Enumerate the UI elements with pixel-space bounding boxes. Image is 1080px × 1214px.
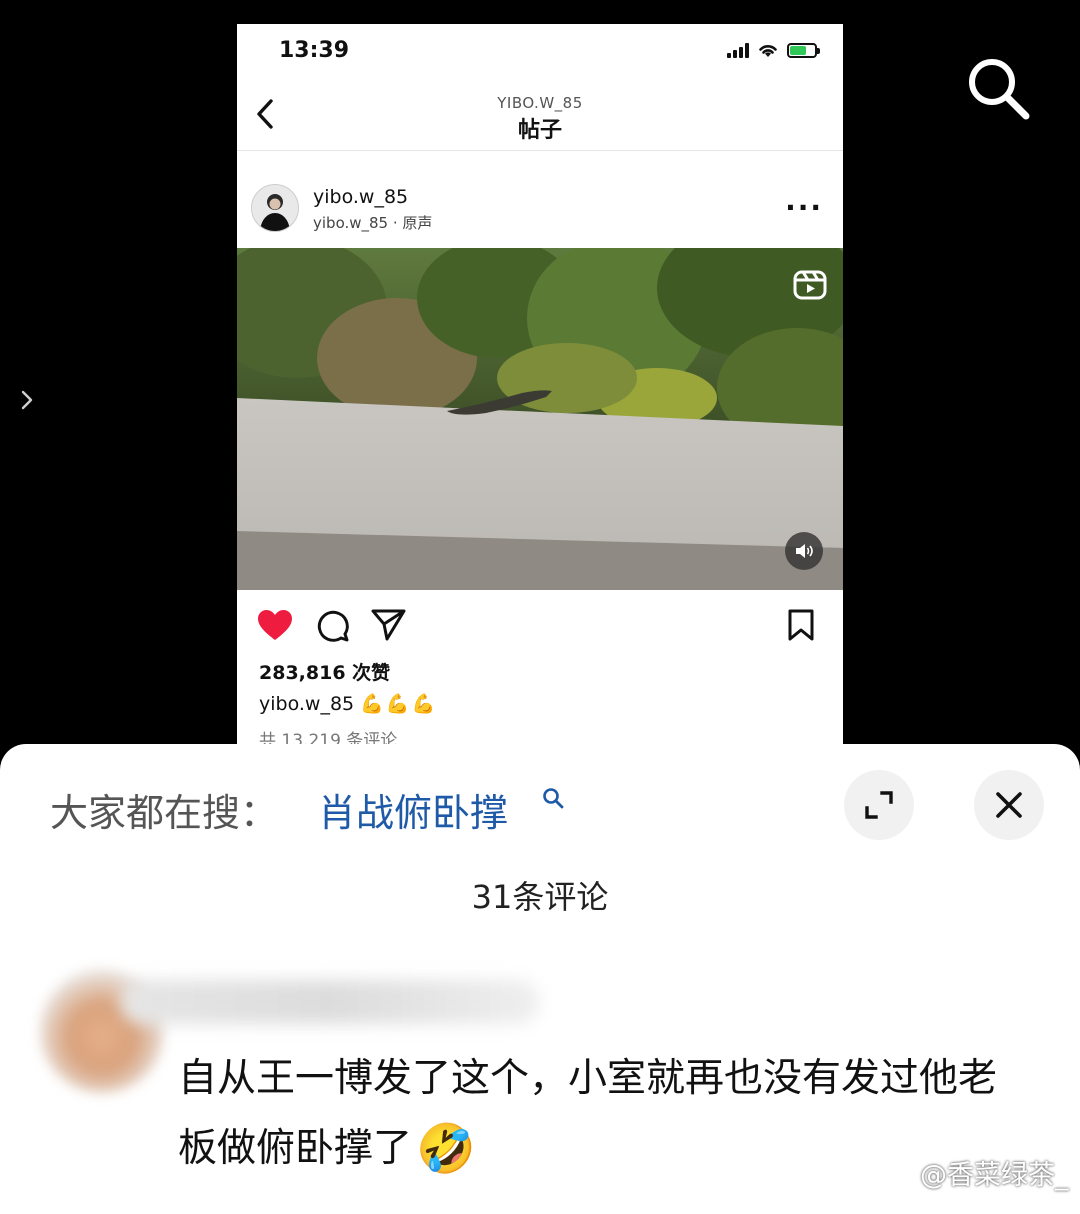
heart-icon[interactable] bbox=[257, 609, 293, 641]
weibo-logo-icon bbox=[883, 1159, 916, 1186]
nav-subtitle: YIBO.W_85 bbox=[497, 94, 583, 112]
avatar-image bbox=[252, 185, 298, 231]
post-actions bbox=[257, 608, 407, 642]
status-icons bbox=[727, 42, 820, 58]
reel-video[interactable] bbox=[237, 248, 843, 590]
close-button[interactable] bbox=[974, 770, 1044, 840]
signal-icon bbox=[727, 42, 749, 58]
wifi-icon bbox=[759, 45, 777, 57]
comment-count: 31条评论 bbox=[471, 878, 609, 916]
comment-icon[interactable] bbox=[315, 608, 349, 642]
share-icon[interactable] bbox=[371, 608, 407, 642]
post-caption: yibo.w_85 💪💪💪 bbox=[259, 692, 437, 715]
status-time: 13:39 bbox=[279, 38, 350, 63]
battery-icon bbox=[787, 42, 820, 58]
caption-emoji: 💪💪💪 bbox=[360, 693, 438, 715]
close-icon bbox=[996, 792, 1022, 818]
comment-body: 自从王一博发了这个，小室就再也没有发过他老板做俯卧撑了 bbox=[178, 1056, 998, 1171]
sound-button[interactable] bbox=[785, 532, 823, 570]
caption-username[interactable]: yibo.w_85 bbox=[259, 693, 354, 715]
expand-icon bbox=[865, 791, 893, 819]
post-screenshot: 13:39 YIBO.W_85 帖子 yibo.w_85 yibo.w_85 ·… bbox=[237, 24, 843, 744]
avatar[interactable] bbox=[251, 184, 299, 232]
watermark-text: @香菜绿茶_ bbox=[920, 1160, 1069, 1191]
speaker-icon bbox=[796, 544, 813, 558]
reels-icon bbox=[793, 268, 827, 306]
expand-button[interactable] bbox=[844, 770, 914, 840]
trend-label: 大家都在搜： bbox=[50, 791, 279, 835]
chevron-right-icon[interactable] bbox=[20, 388, 34, 418]
search-icon[interactable] bbox=[966, 56, 1032, 126]
search-icon[interactable] bbox=[541, 786, 565, 814]
comment-sheet: 大家都在搜： 肖战俯卧撑 31条评论 自从王一博发了这个，小室就再也没有发过他老… bbox=[0, 744, 1080, 1214]
watermark: @香菜绿茶_ bbox=[882, 1153, 1069, 1192]
video-frame bbox=[237, 248, 843, 590]
more-icon[interactable]: ··· bbox=[785, 194, 823, 222]
divider bbox=[237, 150, 843, 151]
trend-search-link[interactable]: 肖战俯卧撑 bbox=[318, 782, 508, 837]
bookmark-icon[interactable] bbox=[787, 609, 815, 645]
post-audio-label[interactable]: yibo.w_85 · 原声 bbox=[313, 212, 432, 233]
like-count[interactable]: 283,816 次赞 bbox=[259, 658, 390, 685]
nav-title: 帖子 bbox=[517, 118, 562, 143]
commenter-name[interactable] bbox=[120, 980, 540, 1024]
comment-emoji: 🤣 bbox=[416, 1121, 476, 1177]
post-username[interactable]: yibo.w_85 bbox=[313, 186, 408, 208]
view-comments-link[interactable]: 共 13,219 条评论 bbox=[259, 726, 397, 744]
